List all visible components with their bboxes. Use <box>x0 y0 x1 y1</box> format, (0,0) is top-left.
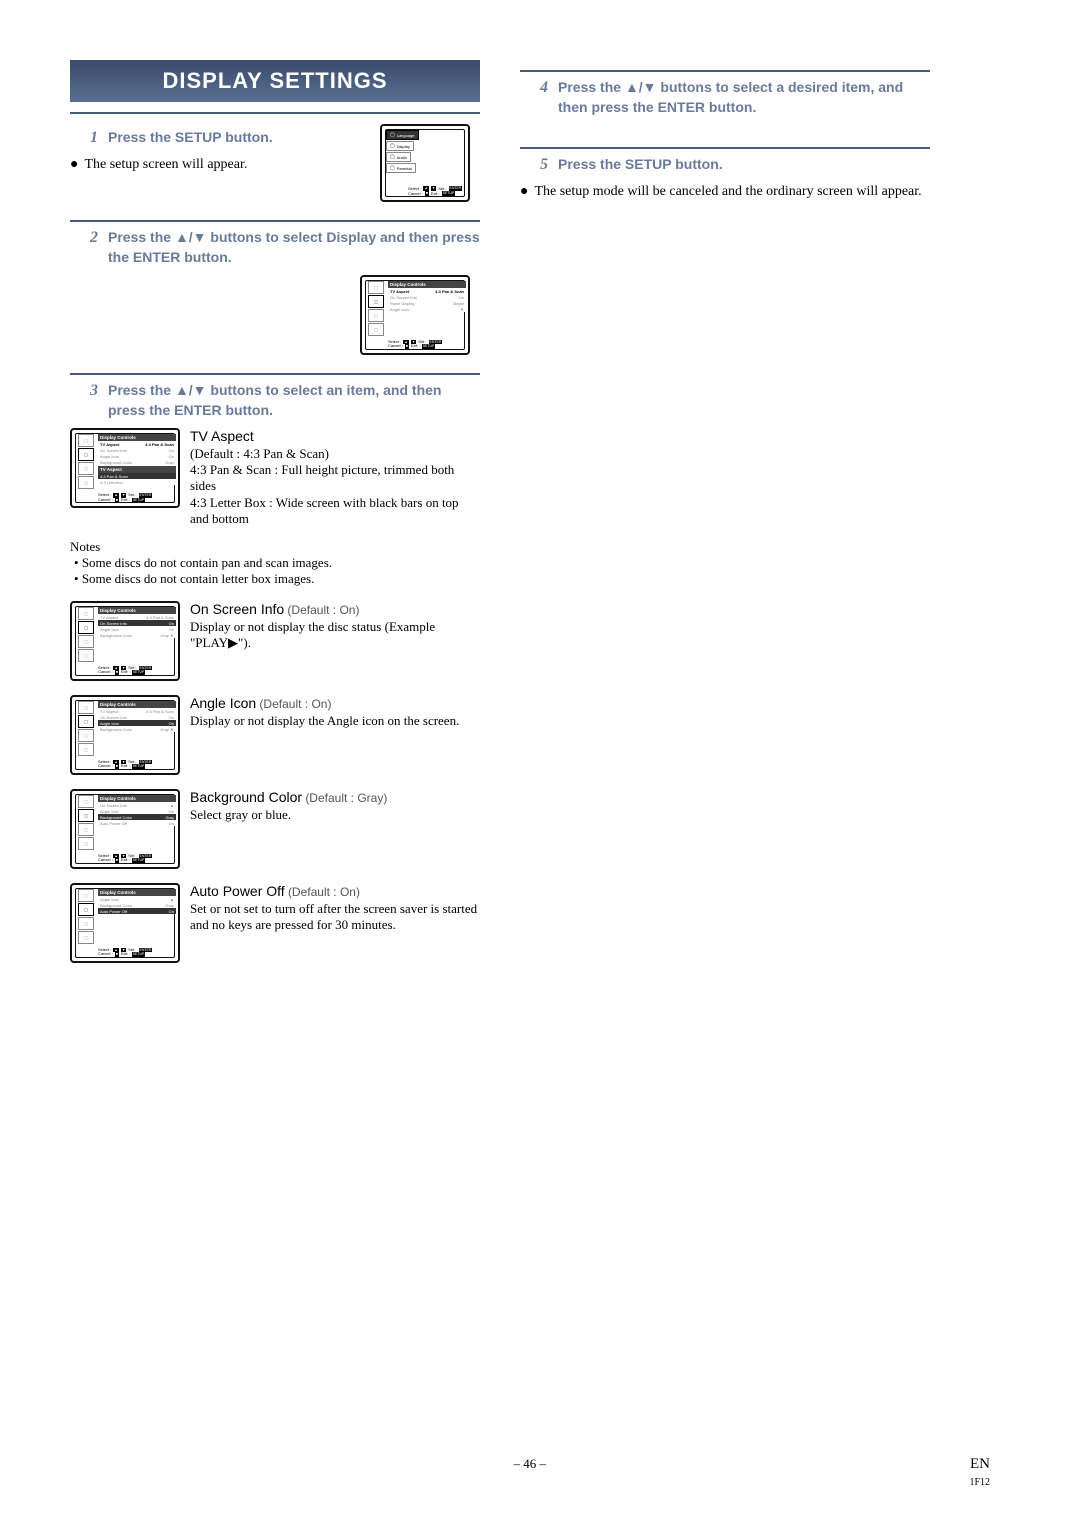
footer-lang: EN <box>970 1456 990 1472</box>
page-number: – 46 – <box>513 1456 546 1488</box>
step-1-number: 1 <box>90 129 98 147</box>
thumb-item-audio: ▢Audio <box>386 152 411 162</box>
setup-screen-thumbnail: ▢Language ▢Display ▢Audio ▢Parental Sele… <box>380 124 470 202</box>
step-5-number: 5 <box>540 156 548 174</box>
thumb-item-parental: ▢Parental <box>386 163 416 173</box>
bgcolor-thumbnail: ▢ ▢ ▢ ▢ Display Controls On Screen Info▲… <box>70 789 180 869</box>
page-title: DISPLAY SETTINGS <box>70 60 480 102</box>
sidebar-language-icon: ▢ <box>368 281 384 294</box>
up-down-icon: ▲/▼ <box>175 229 207 245</box>
step-5-text: Press the SETUP button. <box>558 155 723 175</box>
page-footer: – 46 – EN 1F12 <box>0 1456 1080 1488</box>
angle-icon-thumbnail: ▢ ▢ ▢ ▢ Display Controls TV Aspect4:3 Pa… <box>70 695 180 775</box>
tv-aspect-description: TV Aspect (Default : 4:3 Pan & Scan) 4:3… <box>190 428 480 527</box>
step-4: 4 Press the ▲/▼ buttons to select a desi… <box>540 78 930 117</box>
sidebar-parental-icon: ▢ <box>368 323 384 336</box>
divider <box>520 147 930 149</box>
step-3-number: 3 <box>90 382 98 400</box>
sidebar-audio-icon: ▢ <box>368 309 384 322</box>
notes-block: Notes Some discs do not contain pan and … <box>70 539 480 587</box>
step-1: 1 Press the SETUP button. <box>90 128 370 148</box>
thumb-item-display: ▢Display <box>386 141 414 151</box>
thumb-item-language: ▢Language <box>386 130 419 140</box>
autopower-description: Auto Power Off (Default : On) Set or not… <box>190 883 480 933</box>
step-3: 3 Press the ▲/▼ buttons to select an ite… <box>90 381 480 420</box>
step-2-number: 2 <box>90 229 98 247</box>
step-1-bullet-text: The setup screen will appear. <box>84 156 247 174</box>
note-1: Some discs do not contain pan and scan i… <box>74 555 480 571</box>
sidebar-display-icon: ▢ <box>368 295 384 308</box>
divider <box>70 220 480 222</box>
display-menu-thumbnail: ▢ ▢ ▢ ▢ Display Controls TV Aspect4:3 Pa… <box>360 275 470 355</box>
note-2: Some discs do not contain letter box ima… <box>74 571 480 587</box>
step-2-text: Press the ▲/▼ buttons to select Display … <box>108 228 480 267</box>
footer-code: 1F12 <box>969 1477 990 1488</box>
step-5: 5 Press the SETUP button. <box>540 155 930 175</box>
bullet-icon: ● <box>520 183 528 201</box>
autopower-thumbnail: ▢ ▢ ▢ ▢ Display Controls Angle Icon▲ Bac… <box>70 883 180 963</box>
step-1-text: Press the SETUP button. <box>108 128 273 148</box>
divider <box>70 373 480 375</box>
step-1-note: ● The setup screen will appear. <box>70 156 370 174</box>
onscreen-info-thumbnail: ▢ ▢ ▢ ▢ Display Controls TV Aspect4:3 Pa… <box>70 601 180 681</box>
angle-icon-description: Angle Icon (Default : On) Display or not… <box>190 695 459 729</box>
thumb-header: Display Controls <box>388 281 466 288</box>
step-4-number: 4 <box>540 79 548 97</box>
up-down-icon: ▲/▼ <box>175 382 207 398</box>
onscreen-info-description: On Screen Info (Default : On) Display or… <box>190 601 480 651</box>
step-2: 2 Press the ▲/▼ buttons to select Displa… <box>90 228 480 267</box>
step-3-text: Press the ▲/▼ buttons to select an item,… <box>108 381 480 420</box>
tv-aspect-thumbnail: ▢ ▢ ▢ ▢ Display Controls TV Aspect4:3 Pa… <box>70 428 180 508</box>
up-down-icon: ▲/▼ <box>625 79 657 95</box>
divider <box>520 70 930 72</box>
thumb-footer: Select :▲▼Set :ENTER Cancel :■Exit :SETU… <box>408 186 464 196</box>
bullet-icon: ● <box>70 156 78 174</box>
bgcolor-description: Background Color (Default : Gray) Select… <box>190 789 387 823</box>
step-5-note: ● The setup mode will be canceled and th… <box>520 183 930 201</box>
step-4-text: Press the ▲/▼ buttons to select a desire… <box>558 78 930 117</box>
step-5-bullet-text: The setup mode will be canceled and the … <box>534 183 921 201</box>
title-divider <box>70 112 480 114</box>
